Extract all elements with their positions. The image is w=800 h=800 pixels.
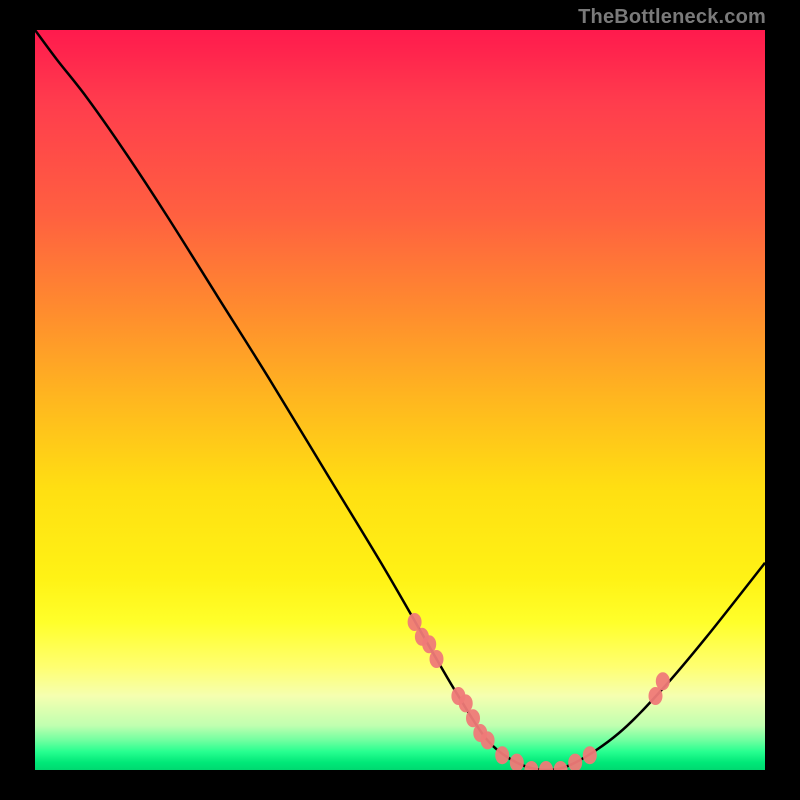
marker-dot <box>459 694 473 712</box>
watermark-text: TheBottleneck.com <box>578 6 766 29</box>
chart-frame: TheBottleneck.com <box>0 0 800 800</box>
marker-dot <box>422 635 436 653</box>
plot-area <box>35 30 765 770</box>
marker-dot <box>568 754 582 770</box>
bottleneck-curve <box>35 30 765 770</box>
marker-dots <box>408 613 670 770</box>
marker-dot <box>524 761 538 770</box>
bottleneck-curve-path <box>35 30 765 770</box>
marker-dot <box>495 746 509 764</box>
marker-dot <box>539 761 553 770</box>
marker-dot <box>430 650 444 668</box>
marker-dot <box>466 709 480 727</box>
marker-dot <box>510 754 524 770</box>
curve-layer <box>35 30 765 770</box>
marker-dot <box>554 761 568 770</box>
marker-dot <box>656 672 670 690</box>
marker-dot <box>583 746 597 764</box>
marker-dot <box>481 731 495 749</box>
marker-dot <box>408 613 422 631</box>
marker-dot <box>649 687 663 705</box>
